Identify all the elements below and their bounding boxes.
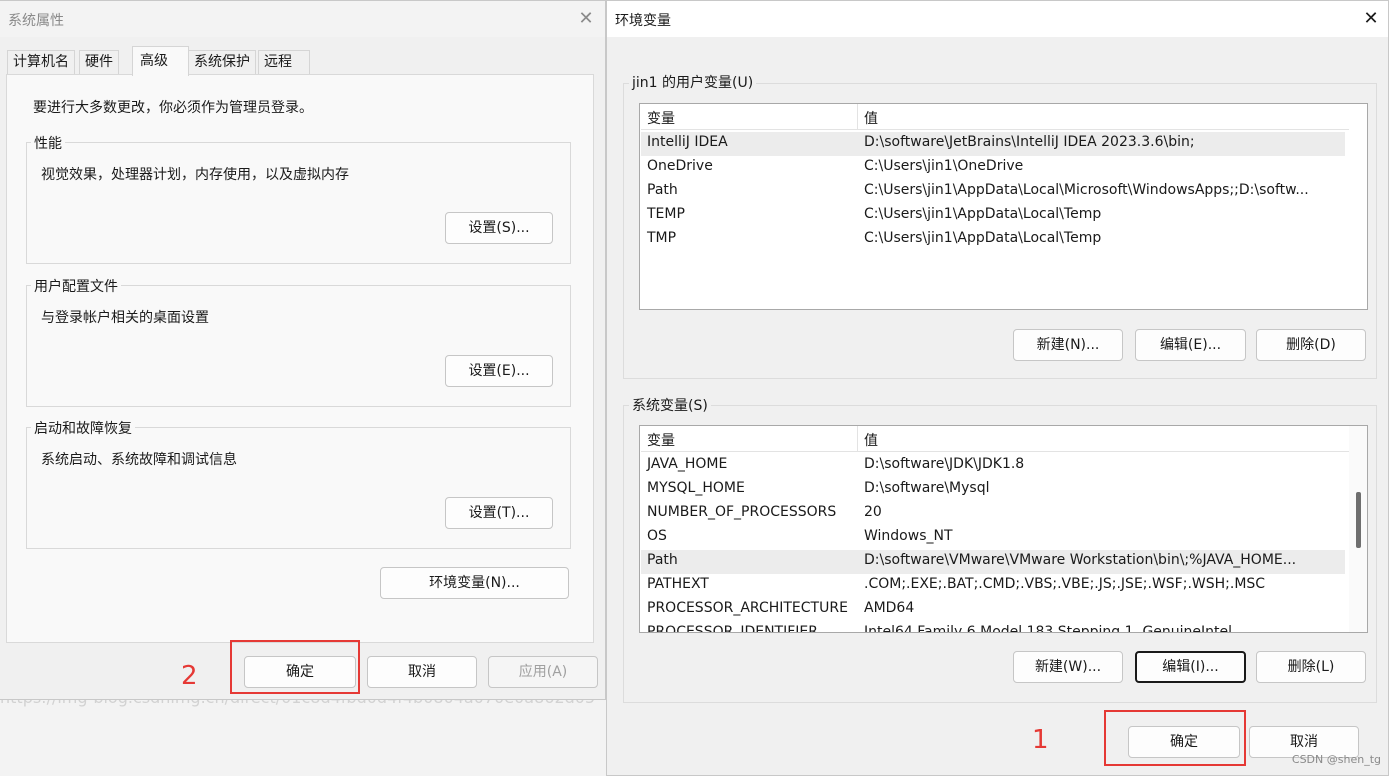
system-variable-row[interactable]: Path D:\software\VMware\VMware Workstatio…: [641, 550, 1345, 574]
variable-value: C:\Users\jin1\AppData\Local\Microsoft\Wi…: [864, 182, 1309, 198]
user-profiles-group-title: 用户配置文件: [31, 276, 121, 296]
variable-name: TMP: [647, 230, 677, 246]
user-variable-row[interactable]: TMP C:\Users\jin1\AppData\Local\Temp: [641, 228, 1345, 252]
user-new-button[interactable]: 新建(N)...: [1013, 329, 1123, 361]
performance-description: 视觉效果，处理器计划，内存使用，以及虚拟内存: [41, 167, 349, 183]
system-new-button[interactable]: 新建(W)...: [1013, 651, 1123, 683]
user-variable-row[interactable]: Path C:\Users\jin1\AppData\Local\Microsof…: [641, 180, 1345, 204]
system-delete-button[interactable]: 删除(L): [1256, 651, 1366, 683]
performance-group: [26, 142, 571, 264]
variable-name: OneDrive: [647, 158, 713, 174]
variable-value: C:\Users\jin1\AppData\Local\Temp: [864, 206, 1102, 222]
performance-group-title: 性能: [31, 133, 65, 153]
scrollbar-thumb[interactable]: [1356, 492, 1361, 548]
user-delete-button[interactable]: 删除(D): [1256, 329, 1366, 361]
env-title: 环境变量: [615, 13, 671, 29]
user-variable-row[interactable]: OneDrive C:\Users\jin1\OneDrive: [641, 156, 1345, 180]
variable-name: JAVA_HOME: [647, 456, 728, 472]
performance-settings-button[interactable]: 设置(S)...: [445, 212, 553, 244]
system-edit-button[interactable]: 编辑(I)...: [1135, 651, 1246, 683]
env-titlebar: 环境变量 ✕: [607, 1, 1388, 37]
environment-variables-button[interactable]: 环境变量(N)...: [380, 567, 569, 599]
highlight-box-step-1: [1104, 710, 1246, 766]
system-list-header: 变量 值: [641, 426, 1349, 452]
system-properties-dialog: 系统属性 ✕ 计算机名 硬件 高级 系统保护 远程 要进行大多数更改，你必须作为…: [0, 0, 606, 700]
close-icon[interactable]: ✕: [1357, 5, 1385, 33]
system-variable-row[interactable]: PATHEXT .COM;.EXE;.BAT;.CMD;.VBS;.VBE;.JS…: [641, 574, 1345, 598]
tab-computer-name[interactable]: 计算机名: [7, 50, 75, 74]
tab-remote[interactable]: 远程: [258, 50, 310, 74]
startup-recovery-group: [26, 427, 571, 549]
variable-value: D:\software\JDK\JDK1.8: [864, 456, 1025, 472]
user-variables-label: jin1 的用户变量(U): [629, 72, 757, 92]
system-variables-list[interactable]: 变量 值 JAVA_HOME D:\software\JDK\JDK1.8 MYS…: [639, 425, 1368, 633]
variable-value: Intel64 Family 6 Model 183 Stepping 1, G…: [864, 624, 1233, 633]
user-variables-list[interactable]: 变量 值 IntelliJ IDEA D:\software\JetBrains\…: [639, 103, 1368, 310]
system-variable-row[interactable]: PROCESSOR_IDENTIFIER Intel64 Family 6 Mod…: [641, 622, 1345, 633]
variable-name: TEMP: [647, 206, 685, 222]
system-variables-label: 系统变量(S): [629, 395, 711, 415]
user-profiles-settings-button[interactable]: 设置(E)...: [445, 355, 553, 387]
user-edit-button[interactable]: 编辑(E)...: [1135, 329, 1246, 361]
tab-hardware[interactable]: 硬件: [79, 50, 119, 74]
tab-advanced[interactable]: 高级: [132, 46, 189, 76]
variable-value: D:\software\JetBrains\IntelliJ IDEA 2023…: [864, 134, 1195, 150]
system-properties-cancel-button[interactable]: 取消: [367, 656, 477, 688]
column-header-variable[interactable]: 变量: [647, 430, 675, 450]
system-properties-apply-button[interactable]: 应用(A): [488, 656, 598, 688]
column-header-value[interactable]: 值: [864, 430, 878, 450]
variable-value: C:\Users\jin1\AppData\Local\Temp: [864, 230, 1102, 246]
variable-name: Path: [647, 182, 678, 198]
system-properties-title: 系统属性: [8, 13, 64, 29]
variable-name: PROCESSOR_IDENTIFIER: [647, 624, 818, 633]
variable-name: NUMBER_OF_PROCESSORS: [647, 504, 837, 520]
startup-recovery-settings-button[interactable]: 设置(T)...: [445, 497, 553, 529]
column-divider[interactable]: [857, 426, 858, 452]
csdn-credit: CSDN @shen_tg: [1291, 753, 1381, 766]
system-properties-titlebar: 系统属性 ✕: [0, 1, 605, 37]
user-variable-row[interactable]: IntelliJ IDEA D:\software\JetBrains\Intel…: [641, 132, 1345, 156]
column-divider[interactable]: [857, 104, 858, 130]
system-list-scrollbar[interactable]: [1349, 426, 1367, 632]
startup-recovery-description: 系统启动、系统故障和调试信息: [41, 452, 237, 468]
variable-value: .COM;.EXE;.BAT;.CMD;.VBS;.VBE;.JS;.JSE;.…: [864, 576, 1266, 592]
system-variable-row[interactable]: PROCESSOR_ARCHITECTURE AMD64: [641, 598, 1345, 622]
user-profiles-group: [26, 285, 571, 407]
column-header-value[interactable]: 值: [864, 108, 878, 128]
variable-value: C:\Users\jin1\OneDrive: [864, 158, 1024, 174]
environment-variables-dialog: 环境变量 ✕ jin1 的用户变量(U) 变量 值 IntelliJ IDEA D…: [606, 0, 1389, 776]
step-1-label: 1: [1032, 725, 1049, 755]
variable-name: OS: [647, 528, 667, 544]
variable-name: IntelliJ IDEA: [647, 134, 728, 150]
system-variable-row[interactable]: MYSQL_HOME D:\software\Mysql: [641, 478, 1345, 502]
close-icon[interactable]: ✕: [572, 5, 600, 33]
variable-name: Path: [647, 552, 678, 568]
system-variable-row[interactable]: OS Windows_NT: [641, 526, 1345, 550]
startup-recovery-group-title: 启动和故障恢复: [31, 418, 135, 438]
system-variable-row[interactable]: JAVA_HOME D:\software\JDK\JDK1.8: [641, 454, 1345, 478]
admin-notice: 要进行大多数更改，你必须作为管理员登录。: [33, 100, 313, 116]
variable-value: AMD64: [864, 600, 915, 616]
tab-system-protection[interactable]: 系统保护: [188, 50, 256, 74]
user-list-header: 变量 值: [641, 104, 1349, 130]
variable-value: 20: [864, 504, 882, 520]
variable-name: PATHEXT: [647, 576, 709, 592]
highlight-box-step-2: [230, 640, 360, 694]
variable-value: D:\software\VMware\VMware Workstation\bi…: [864, 552, 1297, 568]
step-2-label: 2: [181, 661, 198, 691]
user-variable-row[interactable]: TEMP C:\Users\jin1\AppData\Local\Temp: [641, 204, 1345, 228]
variable-value: Windows_NT: [864, 528, 953, 544]
system-variable-row[interactable]: NUMBER_OF_PROCESSORS 20: [641, 502, 1345, 526]
column-header-variable[interactable]: 变量: [647, 108, 675, 128]
variable-value: D:\software\Mysql: [864, 480, 990, 496]
variable-name: PROCESSOR_ARCHITECTURE: [647, 600, 848, 616]
user-profiles-description: 与登录帐户相关的桌面设置: [41, 310, 209, 326]
variable-name: MYSQL_HOME: [647, 480, 745, 496]
